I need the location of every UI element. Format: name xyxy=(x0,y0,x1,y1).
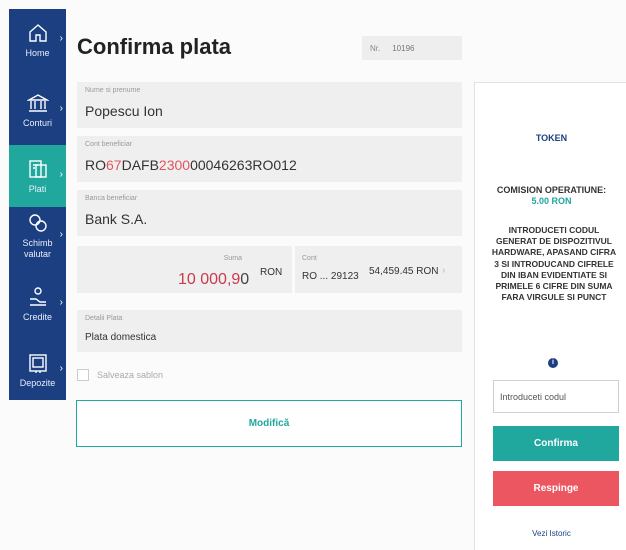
info-icon[interactable]: i xyxy=(548,358,558,368)
account-label: Cont xyxy=(302,255,317,262)
exchange-icon xyxy=(27,212,49,234)
chevron-right-icon: › xyxy=(59,33,63,44)
sidebar-item-conturi[interactable]: Conturi › xyxy=(9,79,66,141)
sidebar-item-plati[interactable]: Plati › xyxy=(9,145,66,207)
payee-field: Nume si prenume Popescu Ion xyxy=(77,82,462,128)
reject-button[interactable]: Respinge xyxy=(493,471,619,506)
page-title: Confirma plata xyxy=(77,34,232,59)
iban-highlight: 2300 xyxy=(158,157,191,173)
iban-part: 00046263RO012 xyxy=(190,157,297,173)
sidebar-item-label: Credite xyxy=(22,311,52,322)
iban-value: RO67DAFB230000046263RO012 xyxy=(85,157,297,173)
commission-label: COMISION OPERATIUNE: xyxy=(496,185,607,195)
modify-button[interactable]: Modifică xyxy=(76,400,462,447)
sum-currency: RON xyxy=(260,267,283,278)
token-title: TOKEN xyxy=(535,133,568,143)
sum-amount-last: 0 xyxy=(240,271,250,288)
iban-part: RO xyxy=(85,157,106,173)
bank-label: Banca beneficiar xyxy=(85,195,138,202)
sidebar: Home › Conturi › Plati › Schimb valutar … xyxy=(9,9,66,400)
save-template[interactable]: Salveaza sablon xyxy=(77,369,163,381)
payment-number-label: Nr. xyxy=(370,43,381,53)
deposit-icon xyxy=(27,352,49,374)
sidebar-item-label: Depozite xyxy=(19,377,56,388)
sidebar-item-credite[interactable]: Credite › xyxy=(9,273,66,335)
chevron-right-icon: › xyxy=(59,103,63,114)
bank-field: Banca beneficiar Bank S.A. xyxy=(77,190,462,236)
iban-field: Cont beneficiar RO67DAFB230000046263RO01… xyxy=(77,136,462,182)
chevron-right-icon: › xyxy=(442,265,446,276)
sidebar-item-label: Conturi xyxy=(22,117,52,128)
iban-label: Cont beneficiar xyxy=(85,141,133,148)
account-value: RO ... 29123 xyxy=(302,271,359,282)
sum-amount-main: 10 000,9 xyxy=(178,271,241,288)
details-value: Plata domestica xyxy=(85,332,157,343)
history-link[interactable]: Vezi Istoric xyxy=(475,529,626,538)
sidebar-item-home[interactable]: Home › xyxy=(9,9,66,71)
sum-amount: 10 000,90 xyxy=(178,271,249,289)
sidebar-item-schimb-valutar[interactable]: Schimb valutar › xyxy=(9,205,66,267)
account-select[interactable]: Cont RO ... 29123 54,459.45 RON › xyxy=(295,246,462,293)
credit-icon xyxy=(27,286,49,308)
save-template-label: Salveaza sablon xyxy=(97,370,164,380)
iban-part: DAFB xyxy=(121,157,159,173)
payment-number-value: 10196 xyxy=(392,43,415,53)
token-instructions: INTRODUCETI CODUL GENERAT DE DISPOZITIVU… xyxy=(491,225,617,303)
bank-icon xyxy=(26,92,49,114)
bank-value: Bank S.A. xyxy=(85,211,148,227)
chevron-right-icon: › xyxy=(59,169,63,180)
iban-highlight: 67 xyxy=(106,157,122,173)
sidebar-item-label: Home xyxy=(25,47,50,58)
confirm-button[interactable]: Confirma xyxy=(493,426,619,461)
payee-value: Popescu Ion xyxy=(85,103,163,119)
sidebar-item-depozite[interactable]: Depozite › xyxy=(9,339,66,401)
payment-number: Nr. 10196 xyxy=(362,36,462,60)
sidebar-item-label: Plati xyxy=(28,183,47,194)
chevron-right-icon: › xyxy=(59,229,63,240)
home-icon xyxy=(27,22,49,44)
save-template-checkbox[interactable] xyxy=(77,369,89,381)
commission-value: 5.00 RON xyxy=(531,196,572,206)
details-label: Detalii Plata xyxy=(85,315,123,322)
sum-field: Suma 10 000,90 RON xyxy=(77,246,292,293)
chevron-right-icon: › xyxy=(59,363,63,374)
commission: COMISION OPERATIUNE: 5.00 RON xyxy=(475,185,626,207)
details-field: Detalii Plata Plata domestica xyxy=(77,310,462,352)
account-balance: 54,459.45 RON xyxy=(369,266,439,277)
payment-icon xyxy=(27,158,49,180)
chevron-right-icon: › xyxy=(59,297,63,308)
token-panel: TOKEN COMISION OPERATIUNE: 5.00 RON INTR… xyxy=(474,82,626,550)
sidebar-item-label: Schimb valutar xyxy=(22,238,53,259)
token-code-input[interactable] xyxy=(493,380,619,413)
sum-label: Suma xyxy=(223,255,242,262)
payee-label: Nume si prenume xyxy=(85,87,141,94)
